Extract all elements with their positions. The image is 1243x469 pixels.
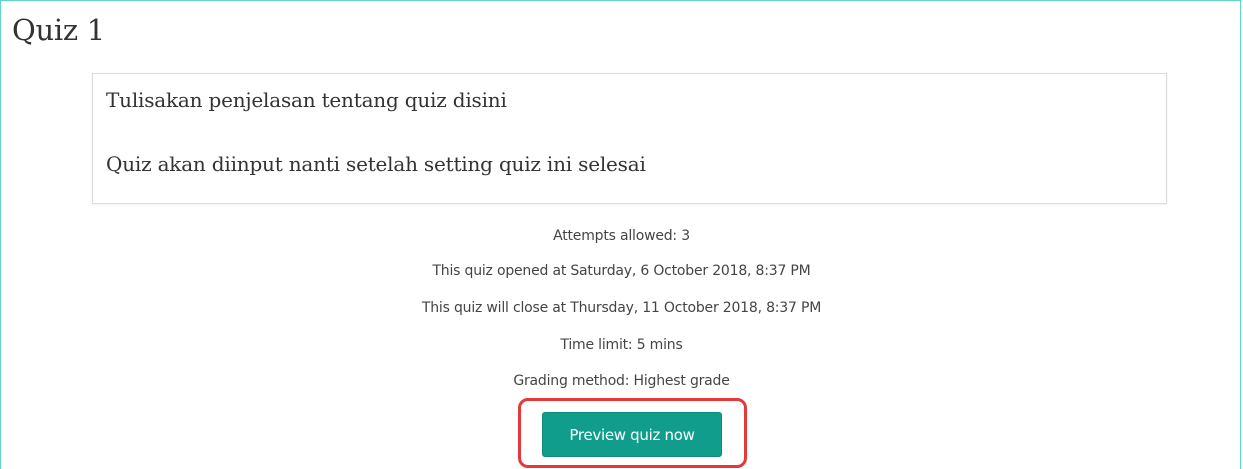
attempts-allowed-text: Attempts allowed: 3	[553, 228, 690, 244]
quiz-open-date-text: This quiz opened at Saturday, 6 October …	[432, 263, 811, 279]
intro-text-line: Tulisakan penjelasan tentang quiz disini	[106, 88, 507, 112]
quiz-close-date-text: This quiz will close at Thursday, 11 Oct…	[421, 300, 822, 316]
time-limit-text: Time limit: 5 mins	[560, 337, 683, 353]
quiz-intro-box: Tulisakan penjelasan tentang quiz disini…	[92, 73, 1167, 204]
preview-quiz-button[interactable]: Preview quiz now	[542, 412, 722, 457]
intro-text-line: Quiz akan diinput nanti setelah setting …	[106, 152, 646, 176]
page-title: Quiz 1	[12, 13, 105, 47]
grading-method-text: Grading method: Highest grade	[513, 373, 730, 389]
